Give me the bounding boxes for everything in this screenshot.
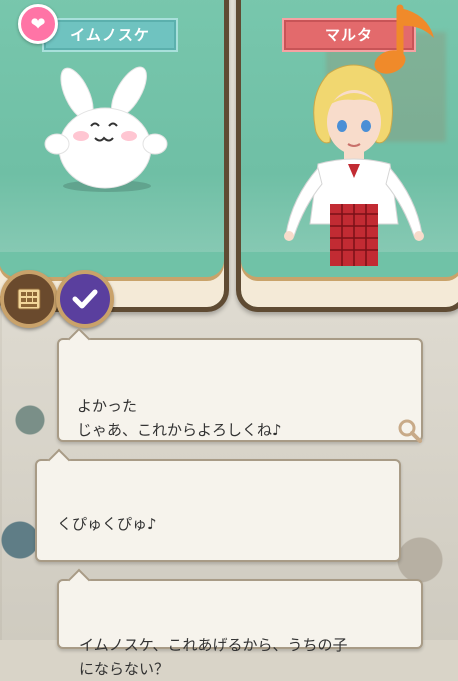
check-icon: [72, 289, 98, 309]
chat-message: イムノスケ、これあげるから、うちの子 にならない？: [79, 636, 348, 678]
magnifier-icon: [398, 419, 422, 443]
chat-bubble-martha: よかった じゃあ、これからよろしくね♪: [57, 327, 423, 442]
chat-message: くぴゅくぴゅ♪: [57, 515, 157, 533]
check-button[interactable]: [56, 270, 114, 328]
keyboard-button[interactable]: [0, 270, 58, 328]
girl-character: [284, 64, 424, 266]
bunny-character: [44, 66, 168, 192]
chat-bubble-imunosuke: くぴゅくぴゅ♪: [35, 448, 401, 562]
keyboard-icon: [17, 288, 41, 310]
music-note-icon: [374, 4, 434, 74]
left-character-name: イムノスケ: [42, 18, 178, 52]
heart-icon[interactable]: ❤: [18, 4, 58, 44]
chat-bubble-martha: イムノスケ、これあげるから、うちの子 にならない？: [57, 568, 423, 678]
chat-message: よかった じゃあ、これからよろしくね♪: [77, 397, 282, 439]
